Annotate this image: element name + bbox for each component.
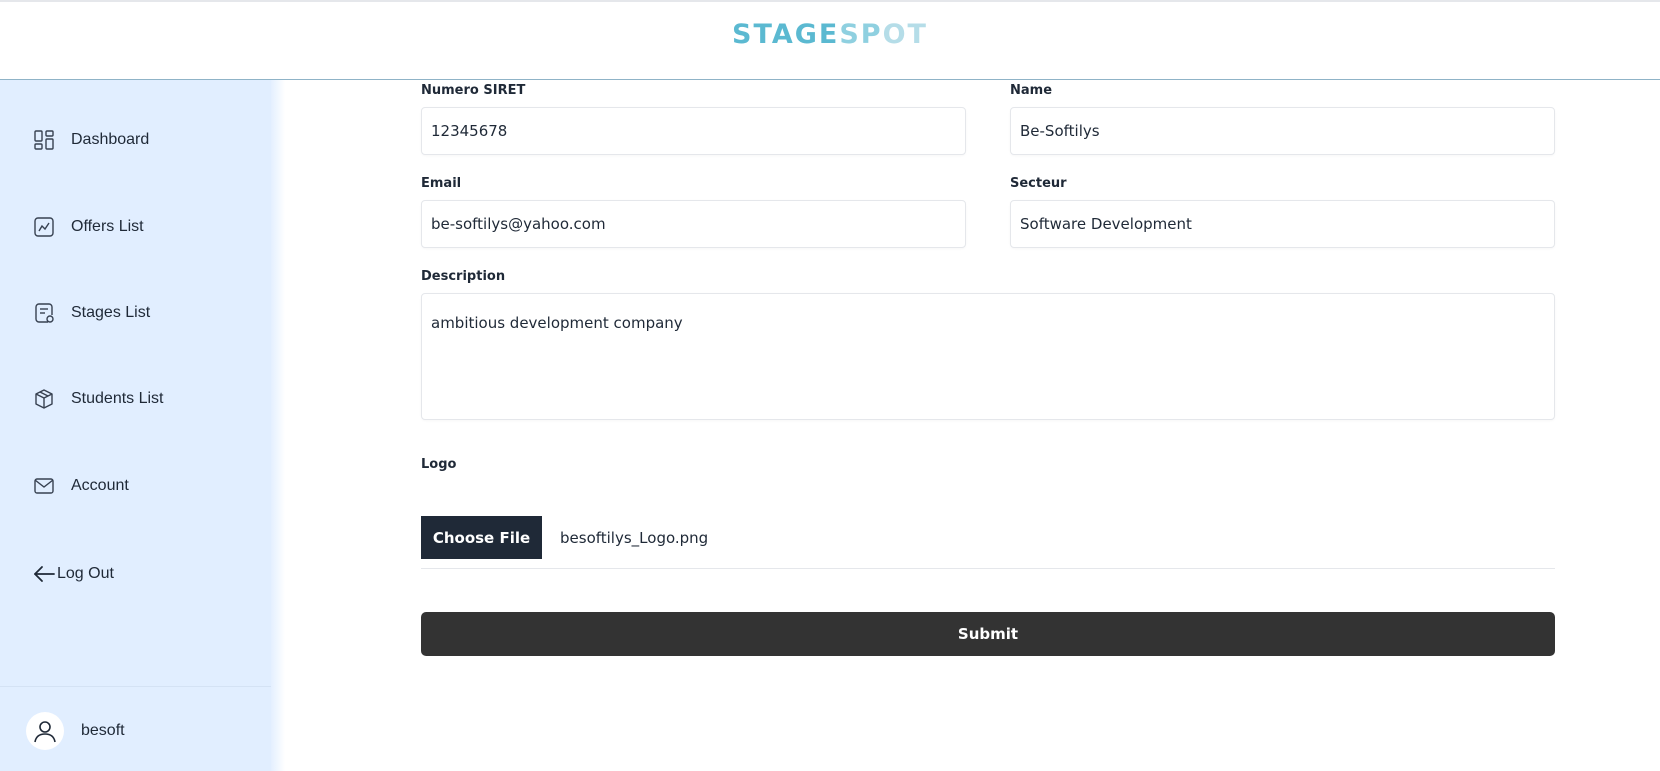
sidebar-item-label: Stages List (71, 304, 151, 321)
description-textarea[interactable] (421, 293, 1555, 420)
avatar (26, 712, 64, 750)
sidebar-item-dashboard[interactable]: Dashboard (33, 125, 149, 155)
box-icon (33, 388, 55, 410)
sidebar-item-label: Account (71, 477, 129, 494)
sidebar-item-label: Students List (71, 390, 164, 407)
top-header: STAGESPOT (0, 0, 1660, 80)
chart-icon (33, 216, 55, 238)
email-input[interactable] (421, 200, 966, 248)
logo-text: STAGESPOT (732, 19, 928, 50)
email-label: Email (421, 176, 462, 191)
sidebar-item-stages-list[interactable]: Stages List (33, 298, 150, 328)
sidebar-divider (0, 686, 271, 687)
mail-icon (33, 475, 55, 497)
sidebar-item-label: Offers List (71, 218, 144, 235)
arrow-left-icon (33, 563, 55, 585)
sidebar-item-students-list[interactable]: Students List (33, 384, 164, 414)
username: besoft (81, 722, 125, 739)
siret-label: Numero SIRET (421, 83, 526, 98)
selected-file-name: besoftilys_Logo.png (560, 529, 709, 547)
description-label: Description (421, 269, 506, 284)
sidebar-item-label: Dashboard (71, 131, 150, 148)
logo-file-input[interactable]: Choose File besoftilys_Logo.png (421, 516, 1555, 569)
secteur-input[interactable] (1010, 200, 1555, 248)
submit-button[interactable]: Submit (421, 612, 1555, 656)
dashboard-icon (33, 129, 55, 151)
sidebar-item-label: Log Out (57, 565, 114, 582)
sidebar-shadow (271, 80, 285, 771)
sidebar-item-log-out[interactable]: Log Out (33, 559, 114, 589)
stagespot-logo[interactable]: STAGESPOT (732, 15, 928, 55)
name-input[interactable] (1010, 107, 1555, 155)
sidebar-item-account[interactable]: Account (33, 471, 129, 501)
user-profile[interactable]: besoft (26, 712, 125, 750)
user-icon (34, 721, 56, 743)
choose-file-button[interactable]: Choose File (421, 516, 542, 559)
sidebar-item-offers-list[interactable]: Offers List (33, 212, 144, 242)
logo-label: Logo (421, 457, 457, 472)
secteur-label: Secteur (1010, 176, 1067, 191)
stages-icon (33, 302, 55, 324)
sidebar (0, 80, 271, 771)
name-label: Name (1010, 83, 1053, 98)
siret-input[interactable] (421, 107, 966, 155)
